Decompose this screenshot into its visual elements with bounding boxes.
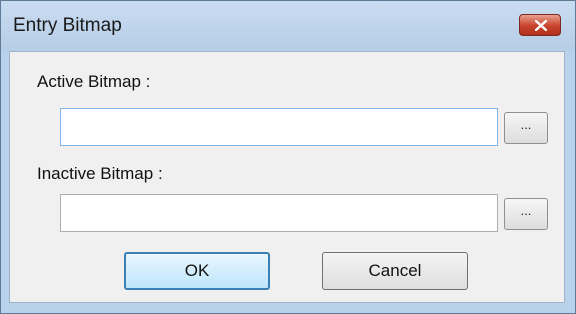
- title-bar[interactable]: Entry Bitmap: [1, 1, 575, 51]
- close-icon: [535, 20, 547, 31]
- inactive-bitmap-field[interactable]: [60, 194, 498, 232]
- active-bitmap-browse-button[interactable]: ...: [504, 112, 548, 144]
- dialog-body: Active Bitmap : ... Inactive Bitmap : ..…: [9, 51, 565, 303]
- inactive-bitmap-label: Inactive Bitmap :: [37, 164, 163, 183]
- inactive-bitmap-browse-button[interactable]: ...: [504, 198, 548, 230]
- close-button[interactable]: [519, 14, 561, 36]
- ok-button[interactable]: OK: [124, 252, 270, 290]
- entry-bitmap-dialog: Entry Bitmap Active Bitmap : ... Inactiv…: [0, 0, 576, 314]
- window-title: Entry Bitmap: [13, 15, 122, 36]
- cancel-button[interactable]: Cancel: [322, 252, 468, 290]
- active-bitmap-label: Active Bitmap :: [37, 72, 151, 91]
- active-bitmap-field[interactable]: [60, 108, 498, 146]
